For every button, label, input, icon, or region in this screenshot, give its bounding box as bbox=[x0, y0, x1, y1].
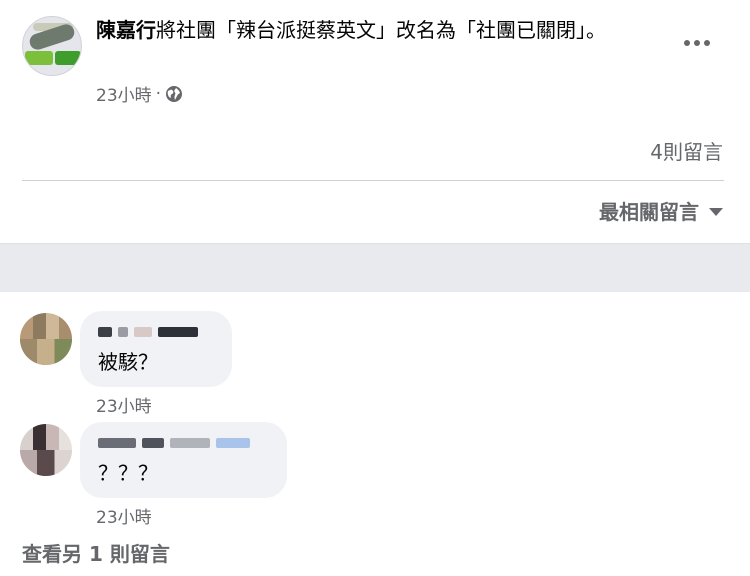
comment-sort-dropdown[interactable]: 最相關留言 bbox=[599, 196, 723, 225]
avatar-shape bbox=[25, 51, 53, 65]
comment-text: ？？？ bbox=[98, 461, 158, 485]
dot bbox=[694, 40, 700, 46]
author-name[interactable]: 陳嘉行 bbox=[96, 18, 156, 42]
meta-separator: · bbox=[155, 83, 162, 104]
sort-label: 最相關留言 bbox=[599, 200, 699, 224]
post-card: 陳嘉行將社團「辣台派挺蔡英文」改名為「社團已關閉」。 23小時 · 4則留言 最… bbox=[0, 0, 750, 243]
dot bbox=[684, 40, 690, 46]
post-headline: 陳嘉行將社團「辣台派挺蔡英文」改名為「社團已關閉」。 bbox=[96, 17, 656, 44]
commenter-avatar[interactable] bbox=[20, 424, 72, 476]
comment-bubble: ？？？ bbox=[80, 422, 287, 498]
comment-bubble: 被駭？ bbox=[80, 311, 232, 387]
blur-block bbox=[98, 438, 136, 448]
comments-section: 被駭？ 23小時 ？？？ 23小時 查看另 1 則留言 bbox=[0, 292, 750, 576]
post-meta: 23小時 · bbox=[96, 81, 183, 106]
view-more-comments-link[interactable]: 查看另 1 則留言 bbox=[22, 538, 170, 567]
post-action-text: 將社團「辣台派挺蔡英文」改名為「社團已關閉」。 bbox=[156, 18, 606, 42]
more-options-icon[interactable] bbox=[680, 30, 714, 56]
avatar-shape bbox=[55, 51, 81, 65]
blur-block bbox=[170, 438, 210, 448]
commenter-avatar[interactable] bbox=[20, 313, 72, 365]
blur-block bbox=[142, 438, 164, 448]
comment-text: 被駭？ bbox=[98, 350, 158, 374]
commenter-name-blurred[interactable] bbox=[98, 321, 214, 343]
dot bbox=[704, 40, 710, 46]
blur-block bbox=[98, 327, 112, 337]
comment-count[interactable]: 4則留言 bbox=[650, 136, 723, 165]
comment-timestamp[interactable]: 23小時 bbox=[96, 392, 152, 417]
comment-timestamp[interactable]: 23小時 bbox=[96, 503, 152, 528]
post-timestamp[interactable]: 23小時 bbox=[96, 81, 152, 106]
caret-down-icon bbox=[709, 207, 723, 216]
section-gap bbox=[0, 243, 750, 292]
author-avatar[interactable] bbox=[22, 16, 82, 76]
divider bbox=[22, 180, 724, 181]
blur-block bbox=[158, 327, 198, 337]
blur-block bbox=[216, 438, 250, 448]
blur-block bbox=[118, 327, 128, 337]
commenter-name-blurred[interactable] bbox=[98, 432, 269, 454]
blur-block bbox=[134, 327, 152, 337]
globe-icon bbox=[166, 85, 183, 102]
